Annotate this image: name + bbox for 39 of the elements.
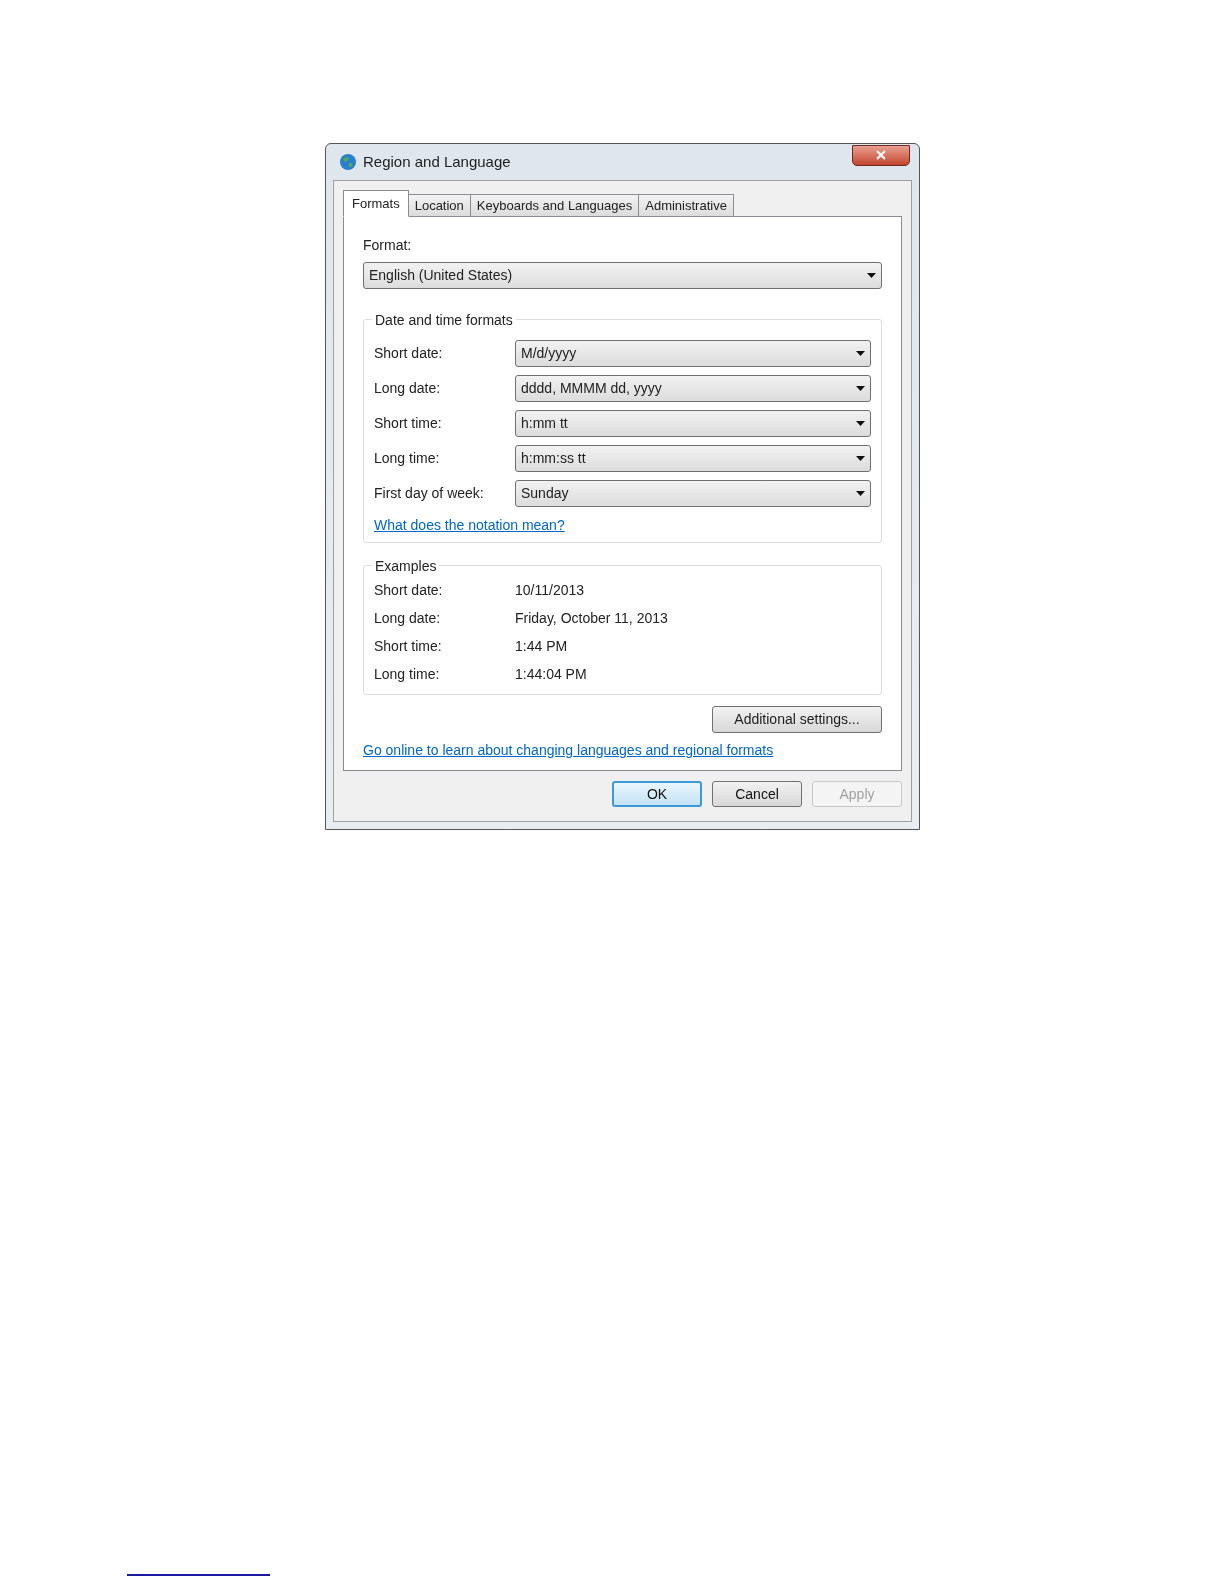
example-label: Short date: [374,580,444,600]
dropdown-arrow-icon [856,351,865,356]
field-label: Long time: [374,449,441,468]
globe-icon [339,153,357,171]
online-link[interactable]: Go online to learn about changing languages and regional formats [363,740,774,761]
tab[interactable]: Keyboards and Languages [469,194,640,217]
dialog-button[interactable]: Cancel [712,781,802,807]
dropdown-arrow-icon [867,273,876,278]
dropdown-value: English (United States) [369,266,514,285]
field-label: Long date: [374,379,442,398]
example-value: 10/11/2013 [515,580,585,600]
close-button[interactable] [852,144,910,166]
field-label: Short time: [374,414,443,433]
dropdown-arrow-icon [856,421,865,426]
field-label: First day of week: [374,484,485,503]
format-dropdown[interactable]: English (United States) [363,262,882,289]
field-label: Short date: [374,344,444,363]
example-value: 1:44 PM [515,636,568,656]
dialog-button[interactable]: OK [612,781,702,807]
tab[interactable]: Formats [343,190,409,217]
format-dropdown[interactable]: h:mm tt [515,410,871,437]
example-value: Friday, October 11, 2013 [515,608,668,628]
notation-link[interactable]: What does the notation mean? [374,515,565,536]
format-dropdown[interactable]: h:mm:ss tt [515,445,871,472]
dropdown-arrow-icon [856,456,865,461]
dropdown-arrow-icon [856,491,865,496]
format-dropdown[interactable]: dddd, MMMM dd, yyyy [515,375,871,402]
example-value: 1:44:04 PM [515,664,587,684]
dropdown-arrow-icon [856,386,865,391]
tab[interactable]: Administrative [638,194,734,217]
example-label: Long time: [374,664,441,684]
additional-settings-button[interactable]: Additional settings... [712,706,882,733]
example-label: Short time: [374,636,443,656]
window-title: Region and Language [363,151,511,172]
close-icon [875,150,887,160]
format-dropdown[interactable]: M/d/yyyy [515,340,871,367]
format-dropdown[interactable]: Sunday [515,480,871,507]
format-label: Format: [363,236,413,255]
example-label: Long date: [374,608,442,628]
